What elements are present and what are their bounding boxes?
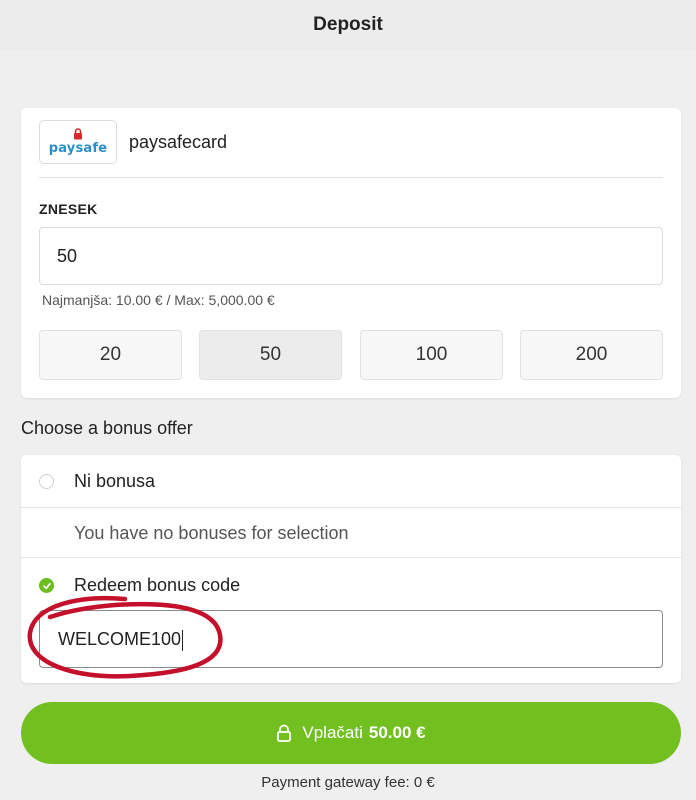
logo-text: paysafe <box>48 141 108 156</box>
lock-icon <box>74 128 82 140</box>
paysafe-logo: paysafe <box>39 120 117 164</box>
bonus-section-title: Choose a bonus offer <box>21 418 193 438</box>
quick-amounts: 20 50 100 200 <box>39 330 663 380</box>
radio-unchecked-icon[interactable] <box>39 474 54 489</box>
deposit-button[interactable]: Vplačati 50.00 € <box>21 702 681 764</box>
quick-amount-100[interactable]: 100 <box>360 330 503 380</box>
page-header: Deposit <box>0 0 696 50</box>
quick-amount-20[interactable]: 20 <box>39 330 182 380</box>
quick-amount-50[interactable]: 50 <box>199 330 342 380</box>
bonus-code-input[interactable]: WELCOME100 <box>39 610 663 668</box>
no-bonuses-message: You have no bonuses for selection <box>74 523 349 543</box>
bonus-option-redeem[interactable]: Redeem bonus code WELCOME100 <box>21 557 681 683</box>
bonus-empty-row: You have no bonuses for selection <box>21 507 681 557</box>
payment-method-name: paysafecard <box>129 132 228 152</box>
amount-label: ZNESEK <box>39 201 98 217</box>
amount-limits: Najmanjša: 10.00 € / Max: 5,000.00 € <box>42 292 275 308</box>
no-bonus-label: Ni bonusa <box>74 471 156 491</box>
deposit-button-amount: 50.00 € <box>368 723 426 742</box>
radio-checked-icon[interactable] <box>39 578 54 593</box>
bonus-code-value: WELCOME100 <box>58 629 182 649</box>
checkmark-icon <box>42 582 51 589</box>
page-title: Deposit <box>313 14 383 35</box>
bonus-option-none[interactable]: Ni bonusa <box>21 455 681 507</box>
bonus-card: Ni bonusa You have no bonuses for select… <box>21 455 681 683</box>
padlock-icon <box>277 724 292 742</box>
amount-input[interactable]: 50 <box>39 227 663 285</box>
gateway-fee: Payment gateway fee: 0 € <box>261 774 435 791</box>
text-caret <box>182 629 184 651</box>
deposit-button-label: Vplačati <box>302 723 363 742</box>
redeem-code-label: Redeem bonus code <box>74 575 241 595</box>
quick-amount-200[interactable]: 200 <box>520 330 663 380</box>
divider <box>39 177 663 178</box>
payment-method-card: paysafe paysafecard ZNESEK 50 Najmanjša:… <box>21 108 681 398</box>
